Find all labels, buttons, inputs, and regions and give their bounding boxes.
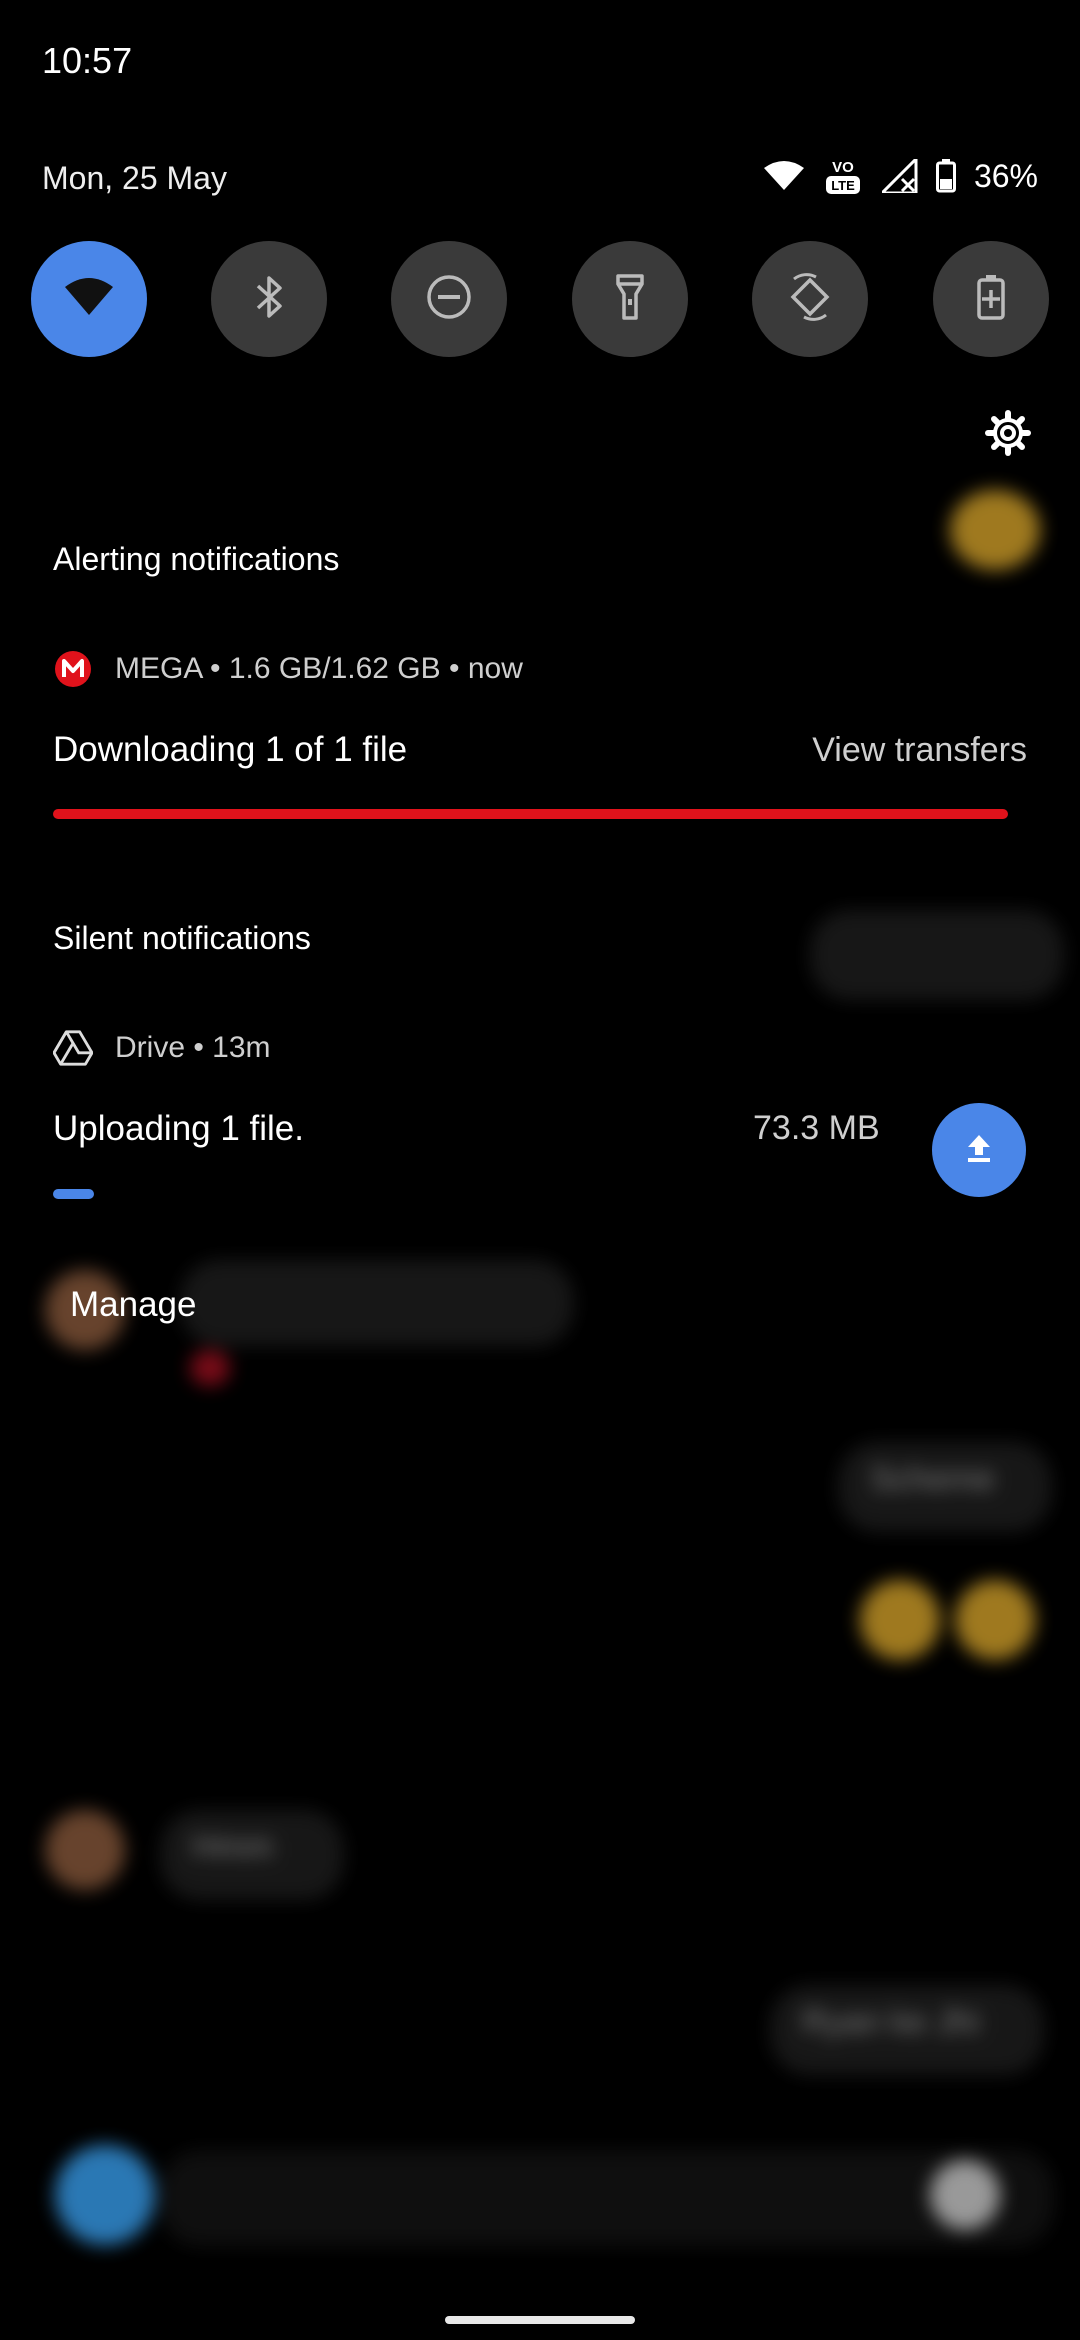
emoji-blob: [950, 490, 1040, 570]
mega-app-row[interactable]: MEGA • 1.6 GB/1.62 GB • now: [53, 649, 523, 689]
manage-button[interactable]: Manage: [70, 1285, 196, 1325]
battery-saver-icon: [976, 273, 1006, 326]
drive-upload-size: 73.3 MB: [753, 1109, 880, 1147]
svg-text:VO: VO: [832, 159, 854, 176]
drive-progress-fill: [53, 1189, 94, 1199]
flashlight-icon: [615, 273, 645, 326]
drive-icon: [53, 1028, 93, 1068]
bg-bubble-scheme: Scheme: [838, 1442, 1052, 1532]
bg-bubble-hmm: Hmm: [160, 1810, 344, 1900]
flashlight-tile[interactable]: [572, 241, 688, 357]
svg-text:LTE: LTE: [831, 178, 855, 193]
battery-percent: 36%: [973, 157, 1038, 194]
wifi-icon: [65, 277, 113, 322]
gesture-nav-handle[interactable]: [445, 2316, 635, 2324]
alerting-section-header: Alerting notifications: [53, 541, 340, 577]
wifi-icon: [763, 160, 804, 192]
avatar: [45, 1810, 125, 1890]
heart-blob: [190, 1350, 230, 1386]
status-icons: VO LTE 36%: [763, 156, 1038, 196]
drive-progress-bar: [53, 1189, 873, 1199]
view-transfers-button[interactable]: View transfers: [812, 731, 1027, 770]
settings-gear-icon[interactable]: [985, 410, 1031, 456]
auto-rotate-icon: [786, 272, 834, 326]
mega-app-info: MEGA • 1.6 GB/1.62 GB • now: [115, 652, 523, 685]
clock: 10:57: [42, 40, 133, 81]
drive-notification-title: Uploading 1 file.: [53, 1109, 304, 1148]
bg-bubble: [180, 1260, 574, 1346]
mega-icon: [53, 649, 93, 689]
emoji-blob: [955, 1580, 1035, 1660]
drive-app-row[interactable]: Drive • 13m: [53, 1028, 271, 1068]
battery-saver-tile[interactable]: [933, 241, 1049, 357]
auto-rotate-tile[interactable]: [752, 241, 868, 357]
mega-notification-title: Downloading 1 of 1 file: [53, 730, 408, 769]
volte-icon: VO LTE: [822, 156, 864, 196]
quick-settings: [31, 241, 1049, 357]
upload-button[interactable]: [932, 1103, 1026, 1197]
emoji-blob: [860, 1580, 940, 1660]
mega-progress-fill: [53, 809, 1009, 819]
emoji-blob: [930, 2160, 1000, 2230]
bg-bubble: [810, 910, 1064, 1000]
dnd-tile[interactable]: [391, 241, 507, 357]
signal-icon: [881, 159, 918, 193]
bg-input: [160, 2150, 1054, 2246]
date: Mon, 25 May: [42, 160, 227, 196]
do-not-disturb-icon: [425, 273, 473, 326]
upload-icon: [966, 1133, 992, 1168]
bg-bubble-ryan: Ryan ke Jhi: [770, 1985, 1044, 2075]
bluetooth-tile[interactable]: [211, 241, 327, 357]
wifi-tile[interactable]: [31, 241, 147, 357]
bluetooth-icon: [252, 273, 286, 326]
battery-icon: [935, 159, 956, 193]
silent-section-header: Silent notifications: [53, 920, 311, 956]
camera-blob: [55, 2145, 155, 2245]
mega-progress-bar: [53, 809, 1018, 819]
drive-app-info: Drive • 13m: [115, 1031, 271, 1064]
